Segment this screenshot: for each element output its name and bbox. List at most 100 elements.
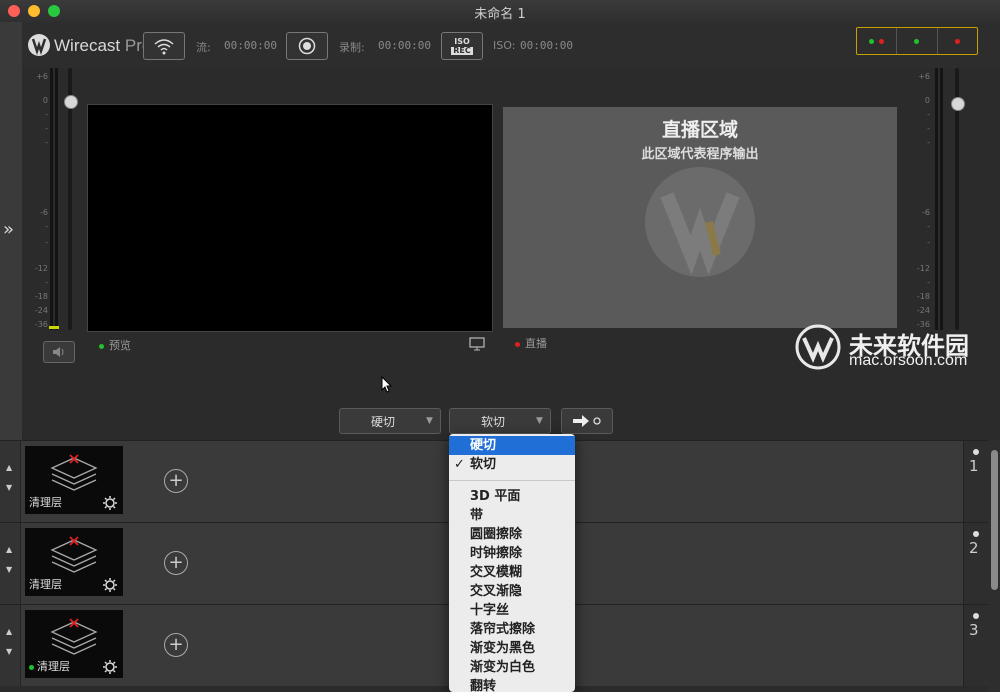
preview-monitor[interactable]: [87, 104, 493, 332]
mute-preview-button[interactable]: [43, 341, 75, 363]
scrollbar-thumb[interactable]: [991, 450, 998, 590]
red-dot-icon: [954, 38, 960, 44]
shot-thumbnail[interactable]: 清理层: [25, 446, 123, 514]
shot-thumbnail[interactable]: 清理层: [25, 610, 123, 678]
top-toolbar: Wirecast Pro 流: 00:00:00 录制: 00:00:00 IS…: [22, 22, 1000, 68]
move-layer-down-icon[interactable]: ▼: [6, 647, 12, 656]
record-button[interactable]: [286, 32, 328, 60]
gear-icon[interactable]: [102, 577, 118, 593]
dropdown-option[interactable]: 时钟擦除: [449, 544, 575, 563]
green-dot-icon: [869, 38, 875, 44]
stream-label: 流:: [196, 41, 211, 54]
live-label: 直播: [515, 335, 547, 351]
chevron-down-icon: ▼: [536, 416, 543, 426]
left-volume-fader-knob[interactable]: [64, 95, 78, 109]
window-title: 未命名 1: [474, 7, 526, 22]
gear-icon[interactable]: [102, 495, 118, 511]
meter-scale-tick: 0: [924, 96, 930, 105]
green-dot-icon: [914, 38, 920, 44]
transition-left-value: 硬切: [370, 414, 395, 429]
expand-sidebar-icon[interactable]: »: [3, 219, 14, 240]
dropdown-option[interactable]: 圆圈擦除: [449, 525, 575, 544]
live-subheading: 此区域代表程序输出: [641, 147, 759, 162]
mouse-cursor-icon: [381, 375, 393, 398]
chevron-down-icon: ▼: [426, 416, 433, 426]
empty-layer-stack-icon: [50, 618, 98, 655]
right-audio-meter-bar: [940, 68, 943, 330]
dropdown-option[interactable]: 十字丝: [449, 601, 575, 620]
meter-scale-tick: +6: [918, 72, 930, 81]
display-monitor-icon[interactable]: [469, 336, 485, 355]
meter-scale-tick: -: [927, 124, 930, 133]
dropdown-option[interactable]: 硬切: [449, 436, 575, 455]
record-icon: [298, 37, 316, 55]
active-dot-icon: [29, 664, 34, 670]
dropdown-option[interactable]: ✓ 软切: [449, 455, 575, 474]
status-red-dot[interactable]: [938, 28, 977, 54]
record-label: 录制:: [339, 41, 365, 54]
iso-icon-bottom: REC: [451, 45, 473, 55]
stream-button[interactable]: [143, 32, 185, 60]
layer-reorder-controls: ▲ ▼: [0, 523, 21, 604]
iso-icon-top: ISO: [454, 36, 470, 46]
meter-scale-tick: -: [45, 124, 48, 133]
layer-visibility-dot-icon[interactable]: [973, 449, 979, 455]
shot-name: 清理层: [29, 658, 70, 674]
transition-select-right[interactable]: 软切 ▼: [449, 408, 551, 434]
move-layer-down-icon[interactable]: ▼: [6, 565, 12, 574]
iso-rec-icon: ISO REC: [451, 36, 473, 55]
logo-name: Wirecast: [54, 36, 121, 55]
shot-name: 清理层: [29, 496, 62, 509]
dropdown-option[interactable]: 落帘式擦除: [449, 620, 575, 639]
layer-number-panel: 3: [963, 605, 989, 686]
add-shot-button[interactable]: +: [164, 633, 188, 657]
move-layer-up-icon[interactable]: ▲: [6, 627, 12, 636]
layers-scrollbar[interactable]: [989, 440, 1000, 692]
meter-scale-tick: -12: [34, 264, 48, 273]
meter-scale-tick: -: [927, 222, 930, 231]
meter-scale-tick: -6: [40, 208, 48, 217]
gear-icon[interactable]: [102, 659, 118, 675]
iso-time: 00:00:00: [520, 39, 573, 52]
meter-scale-tick: +6: [36, 72, 48, 81]
move-layer-up-icon[interactable]: ▲: [6, 463, 12, 472]
live-status-dot: [515, 341, 520, 347]
add-shot-button[interactable]: +: [164, 551, 188, 575]
preview-status-dot: [99, 343, 104, 349]
dropdown-option[interactable]: 翻转: [449, 677, 575, 692]
layer-reorder-controls: ▲ ▼: [0, 605, 21, 686]
dropdown-option[interactable]: 交叉模糊: [449, 563, 575, 582]
dropdown-option[interactable]: 交叉渐隐: [449, 582, 575, 601]
dropdown-option[interactable]: 渐变为白色: [449, 658, 575, 677]
layout-status-box[interactable]: [856, 27, 978, 55]
layer-visibility-dot-icon[interactable]: [973, 531, 979, 537]
move-layer-down-icon[interactable]: ▼: [6, 483, 12, 492]
dropdown-option[interactable]: 带: [449, 506, 575, 525]
meter-scale-tick: -18: [916, 292, 930, 301]
status-dual-dots[interactable]: [857, 28, 898, 54]
watermark-logo-icon: [795, 324, 841, 370]
stream-time: 00:00:00: [224, 39, 277, 52]
dropdown-option[interactable]: 3D 平面: [449, 487, 575, 506]
live-monitor[interactable]: 直播区域 此区域代表程序输出: [503, 107, 897, 328]
add-shot-button[interactable]: +: [164, 469, 188, 493]
iso-record-button[interactable]: ISO REC: [441, 32, 483, 60]
go-transition-button[interactable]: [561, 408, 613, 434]
move-layer-up-icon[interactable]: ▲: [6, 545, 12, 554]
meter-scale-tick: -24: [34, 306, 48, 315]
meter-scale-tick: -: [45, 238, 48, 247]
dropdown-option[interactable]: 渐变为黑色: [449, 639, 575, 658]
record-time: 00:00:00: [378, 39, 431, 52]
shot-name: 清理层: [29, 578, 62, 591]
transition-select-left[interactable]: 硬切 ▼: [339, 408, 441, 434]
meter-scale-tick: -: [45, 110, 48, 119]
layer-number: 1: [969, 457, 979, 475]
shot-thumbnail[interactable]: 清理层: [25, 528, 123, 596]
live-label-text: 直播: [525, 337, 547, 350]
right-volume-fader-knob[interactable]: [951, 97, 965, 111]
layer-visibility-dot-icon[interactable]: [973, 613, 979, 619]
transition-dropdown-menu: 硬切 ✓ 软切 3D 平面带圆圈擦除 时钟擦除 交叉模糊 交叉渐隐 十字丝 落帘式擦除 渐变为黑…: [449, 434, 575, 692]
meter-scale-tick: -6: [922, 208, 930, 217]
status-green-dot[interactable]: [897, 28, 938, 54]
layer-number-panel: 2: [963, 523, 989, 604]
